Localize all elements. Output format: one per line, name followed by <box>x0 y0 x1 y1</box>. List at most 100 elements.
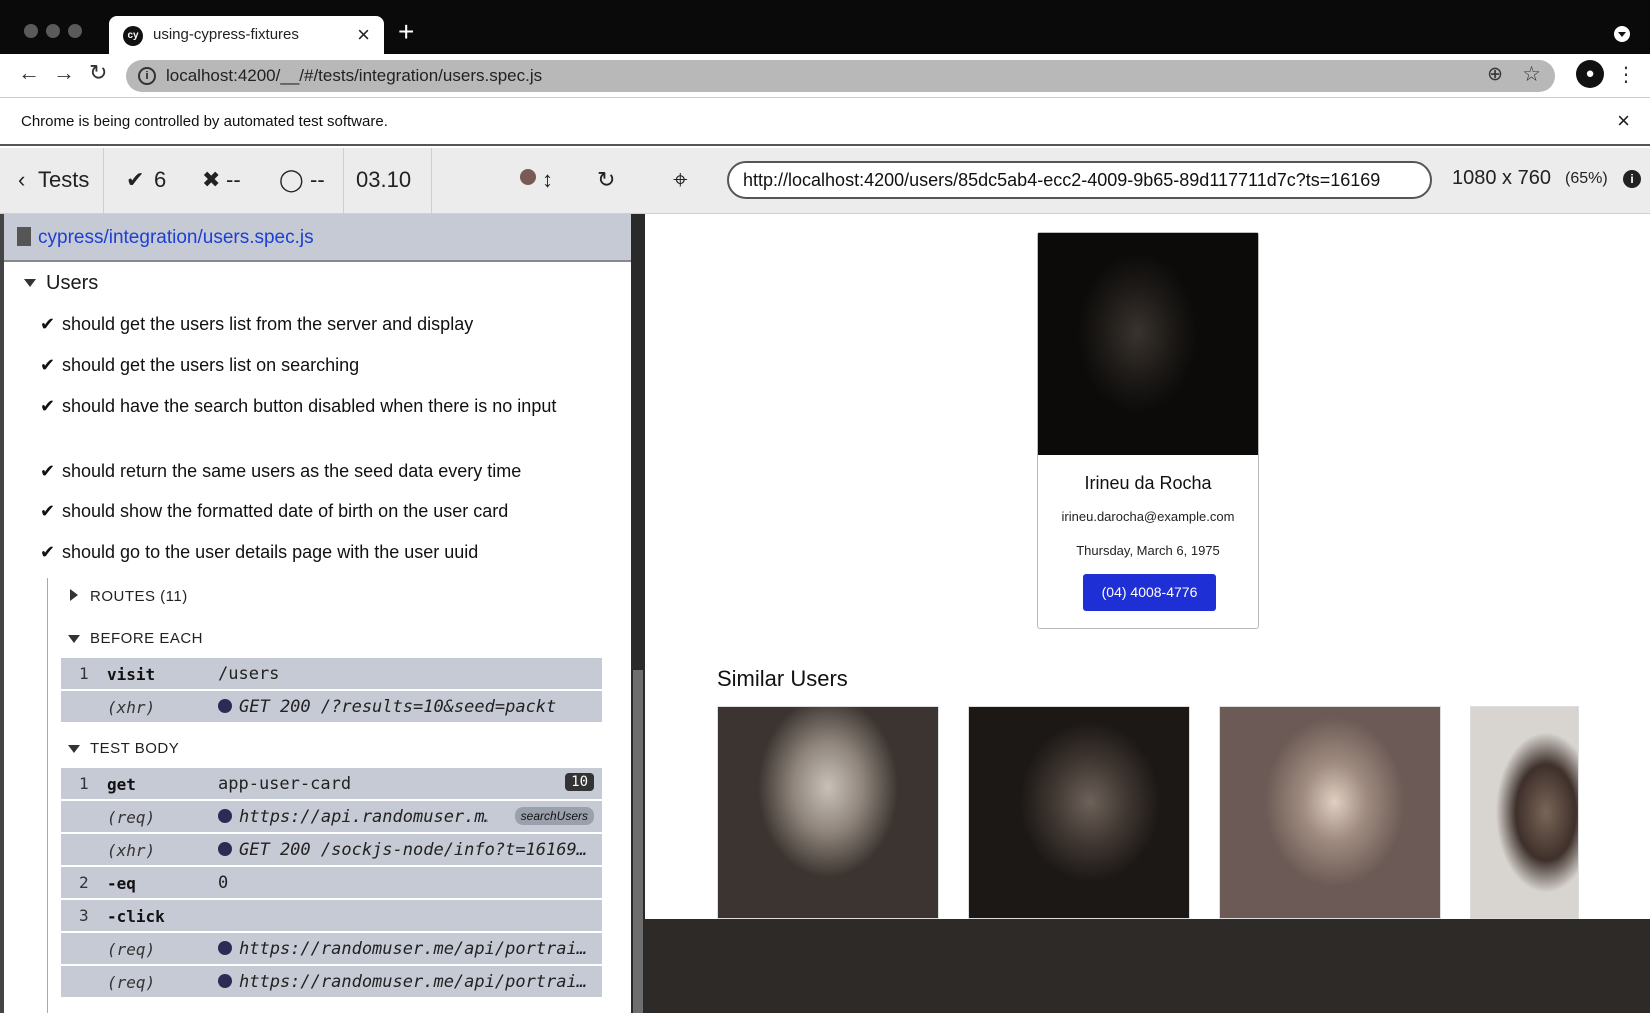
duration: 03.10 <box>356 167 412 192</box>
selector-playground-crosshair-icon[interactable]: ⌖ <box>673 164 688 196</box>
reload-icon[interactable]: ↻ <box>89 60 107 86</box>
browser-menu-icon[interactable]: ⋮ <box>1616 62 1636 87</box>
tests-back-label: Tests <box>38 167 90 192</box>
test-title: should have the search button disabled w… <box>62 396 557 416</box>
new-tab-button[interactable]: + <box>398 16 414 48</box>
aut-url-field[interactable]: http://localhost:4200/users/85dc5ab4-ecc… <box>727 161 1432 199</box>
command-name: (req) <box>107 973 156 992</box>
command-message: 0 <box>218 873 229 893</box>
command-row[interactable]: 1 visit /users <box>61 658 602 690</box>
test-passed-check-icon: ✔ <box>40 461 56 481</box>
command-number: 1 <box>79 664 89 683</box>
spec-file-link[interactable]: cypress/integration/users.spec.js <box>38 227 314 249</box>
command-row[interactable]: (xhr) GET 200 /?results=10&seed=packt <box>61 691 602 723</box>
pending-circle-icon: ◯ <box>279 167 304 192</box>
spec-file-bar: cypress/integration/users.spec.js <box>4 214 631 262</box>
command-message-text: https://api.randomuser.m… <box>239 807 488 827</box>
routes-caret-right-icon[interactable] <box>70 589 78 601</box>
test-passed-check-icon: ✔ <box>40 355 56 375</box>
test-title: should return the same users as the seed… <box>62 461 522 481</box>
command-message-text: https://randomuser.me/api/portrai… <box>239 972 587 992</box>
routes-toggle[interactable]: ROUTES (11) <box>90 588 188 605</box>
test-title: should get the users list on searching <box>62 355 360 375</box>
failed-count: -- <box>226 167 241 192</box>
command-row[interactable]: 2 -eq 0 <box>61 867 602 899</box>
infobar-close-icon[interactable]: × <box>1617 108 1630 134</box>
tests-back-button[interactable]: ‹ Tests <box>0 148 104 214</box>
window-titlebar: cy using-cypress-fixtures × + <box>0 0 1650 54</box>
similar-user-card[interactable] <box>968 706 1190 919</box>
bookmark-star-icon[interactable]: ☆ <box>1522 62 1541 87</box>
test-body-caret-down-icon[interactable] <box>68 745 80 753</box>
site-info-icon[interactable]: i <box>138 67 156 85</box>
phone-button[interactable]: (04) 4008-4776 <box>1083 574 1216 611</box>
test-title: should show the formatted date of birth … <box>62 501 509 521</box>
duration-cell: 03.10 <box>344 148 432 214</box>
browser-tab[interactable]: cy using-cypress-fixtures × <box>109 16 384 54</box>
test-passed-check-icon: ✔ <box>40 542 56 562</box>
browser-toolbar: ← → ↻ i localhost:4200/__/#/tests/integr… <box>0 54 1650 98</box>
viewport-info-icon[interactable]: i <box>1623 170 1641 188</box>
command-message-text: GET 200 /sockjs-node/info?t=16169… <box>239 840 587 860</box>
address-bar[interactable]: i localhost:4200/__/#/tests/integration/… <box>126 60 1555 92</box>
alias-badge: searchUsers <box>514 807 594 825</box>
user-date-of-birth: Thursday, March 6, 1975 <box>1076 543 1220 558</box>
reporter-left-border <box>0 214 4 1013</box>
test-passed-check-icon: ✔ <box>40 396 56 416</box>
back-arrow-icon[interactable]: ← <box>18 60 40 86</box>
command-row[interactable]: 1 get app-user-card 10 <box>61 768 602 800</box>
before-each-label[interactable]: BEFORE EACH <box>90 630 203 647</box>
similar-user-card[interactable] <box>1219 706 1441 919</box>
automation-infobar: Chrome is being controlled by automated … <box>0 98 1650 146</box>
test-title: should get the users list from the serve… <box>62 314 474 334</box>
close-window-dot[interactable] <box>24 24 38 38</box>
command-row[interactable]: (req) https://randomuser.me/api/portrai… <box>61 933 602 965</box>
command-number: 1 <box>79 774 89 793</box>
command-guide-line <box>47 578 48 1013</box>
request-dot-icon <box>218 941 232 955</box>
zoom-icon[interactable]: ⊕ <box>1487 63 1503 86</box>
viewport-scale: (65%) <box>1565 170 1608 187</box>
chevron-left-icon: ‹ <box>18 167 26 192</box>
aut-iframe-backdrop <box>645 919 1650 1013</box>
suite-caret-down-icon[interactable] <box>24 279 36 287</box>
viewport-size: 1080 x 760 <box>1452 167 1551 189</box>
test-passed-check-icon: ✔ <box>40 314 56 334</box>
profile-avatar-icon[interactable]: ● <box>1576 60 1604 88</box>
command-message-text: GET 200 /?results=10&seed=packt <box>239 697 557 717</box>
tab-search-icon[interactable] <box>1614 26 1630 42</box>
command-row[interactable]: 3 -click <box>61 900 602 932</box>
command-name: (xhr) <box>107 841 156 860</box>
rerun-icon[interactable]: ↻ <box>597 167 615 193</box>
passed-check-icon: ✔ <box>126 167 145 192</box>
command-message: https://randomuser.me/api/portrai… <box>218 939 588 959</box>
command-number: 2 <box>79 873 89 892</box>
auto-scroll-dot-icon[interactable] <box>520 169 536 185</box>
user-card: Irineu da Rocha irineu.darocha@example.c… <box>1037 232 1259 629</box>
command-number: 3 <box>79 906 89 925</box>
request-dot-icon <box>218 974 232 988</box>
tab-close-icon[interactable]: × <box>357 22 370 48</box>
test-body-label[interactable]: TEST BODY <box>90 740 179 757</box>
minimize-window-dot[interactable] <box>46 24 60 38</box>
similar-user-card[interactable] <box>1470 706 1579 919</box>
similar-user-card[interactable] <box>717 706 939 919</box>
command-message: GET 200 /sockjs-node/info?t=16169… <box>218 840 588 860</box>
command-row[interactable]: (req) https://api.randomuser.m… searchUs… <box>61 801 602 833</box>
command-row[interactable]: (req) https://randomuser.me/api/portrai… <box>61 966 602 998</box>
scroll-toggle-icon[interactable]: ↕ <box>542 167 553 193</box>
before-each-caret-down-icon[interactable] <box>68 635 80 643</box>
command-row[interactable]: (xhr) GET 200 /sockjs-node/info?t=16169… <box>61 834 602 866</box>
forward-arrow-icon[interactable]: → <box>53 60 75 86</box>
failed-x-icon: ✖ <box>202 167 221 192</box>
reporter-scrollbar-thumb[interactable] <box>633 670 643 1013</box>
address-url[interactable]: localhost:4200/__/#/tests/integration/us… <box>166 66 542 86</box>
user-photo <box>1038 233 1258 455</box>
command-name: (req) <box>107 940 156 959</box>
request-dot-icon <box>218 809 232 823</box>
user-name: Irineu da Rocha <box>1084 473 1212 493</box>
suite-title[interactable]: Users <box>46 272 98 295</box>
command-message: /users <box>218 664 280 684</box>
command-name: visit <box>107 665 156 684</box>
maximize-window-dot[interactable] <box>68 24 82 38</box>
